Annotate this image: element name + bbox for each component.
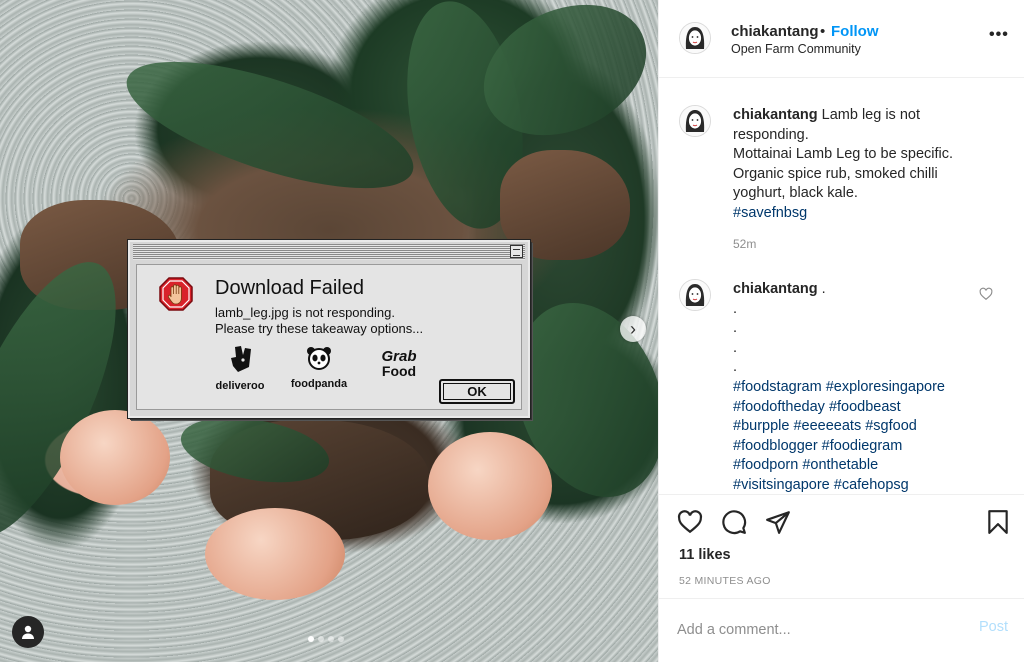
comment-dot: .: [733, 359, 738, 376]
follow-button[interactable]: Follow: [831, 23, 879, 40]
comment-suffix: .: [817, 281, 826, 297]
tagged-users-button[interactable]: [12, 616, 44, 648]
post-timestamp[interactable]: 52 MINUTES AGO: [679, 575, 771, 587]
carousel-dots: [308, 636, 344, 642]
username-link[interactable]: chiakantang: [731, 23, 819, 40]
separator-dot: •: [820, 23, 826, 40]
chilli-yoghurt-dollop: [205, 508, 345, 600]
comment-icon[interactable]: [721, 509, 747, 535]
comments-list[interactable]: chiakantang Lamb leg is not responding. …: [659, 79, 1024, 493]
foodpanda-label: foodpanda: [290, 378, 348, 390]
username-link[interactable]: chiakantang: [733, 281, 818, 297]
dialog-message: lamb_leg.jpg is not responding.: [215, 305, 395, 320]
deliveroo-option[interactable]: deliveroo: [215, 345, 265, 392]
chilli-yoghurt-dollop: [60, 410, 170, 505]
download-failed-dialog: Download Failed lamb_leg.jpg is not resp…: [127, 239, 531, 419]
foodpanda-option[interactable]: foodpanda: [287, 345, 351, 390]
hashtag-line[interactable]: #foodoftheday #foodbeast: [733, 399, 901, 415]
avatar-illustration-icon: [680, 23, 710, 53]
chilli-yoghurt-dollop: [428, 432, 552, 540]
likes-count[interactable]: 11 likes: [679, 547, 731, 563]
caption-timestamp[interactable]: 52m: [733, 237, 756, 251]
carousel-dot: [338, 636, 344, 642]
avatar[interactable]: [679, 22, 711, 54]
more-options-button[interactable]: •••: [989, 26, 1009, 44]
heart-icon[interactable]: [979, 287, 993, 301]
carousel-dot: [318, 636, 324, 642]
avatar-illustration-icon: [680, 106, 710, 136]
comment-dot: .: [733, 339, 738, 356]
avatar[interactable]: [679, 279, 711, 311]
carousel-dot: [308, 636, 314, 642]
hashtag-line[interactable]: #burpple #eeeeeats #sgfood: [733, 418, 917, 434]
hashtag-line[interactable]: #foodblogger #foodiegram: [733, 438, 902, 454]
carousel-dot: [328, 636, 334, 642]
post-sidebar: chiakantang • Follow Open Farm Community…: [658, 0, 1024, 662]
comment-dot: .: [733, 320, 738, 337]
caption-line: Mottainai Lamb Leg to be specific.: [733, 146, 954, 163]
post-photo[interactable]: › Download Failed lamb_leg.jpg is not re…: [0, 0, 658, 662]
grab-label: Grab: [381, 348, 417, 365]
caption-text: chiakantang Lamb leg is not responding. …: [733, 106, 983, 224]
comment-input[interactable]: [677, 615, 967, 645]
comment-text: chiakantang . . . . . #foodstagram #expl…: [733, 280, 983, 493]
hashtag-line[interactable]: #foodstagram #exploresingapore: [733, 379, 945, 395]
post-header: chiakantang • Follow Open Farm Community…: [659, 0, 1024, 78]
ok-button[interactable]: OK: [439, 379, 515, 404]
post-actions: 11 likes 52 MINUTES AGO: [659, 494, 1024, 598]
bookmark-icon[interactable]: [985, 509, 1011, 535]
carousel-next-button[interactable]: ›: [620, 316, 646, 342]
dialog-close-box[interactable]: [510, 245, 523, 258]
heart-icon[interactable]: [677, 509, 703, 535]
add-comment-section: Post: [659, 598, 1024, 662]
grabfood-option[interactable]: Grab Food: [377, 349, 421, 379]
avatar[interactable]: [679, 105, 711, 137]
paper-plane-icon[interactable]: [765, 509, 791, 535]
comment-dot: .: [733, 300, 738, 317]
caption-line: Organic spice rub, smoked chilli yoghurt…: [733, 165, 938, 202]
kale-leaf: [113, 35, 427, 215]
stop-hand-icon: [159, 277, 193, 311]
dialog-titlebar[interactable]: [133, 244, 525, 260]
avatar-illustration-icon: [680, 280, 710, 310]
hashtag-link[interactable]: #savefnbsg: [733, 205, 807, 221]
deliveroo-kangaroo-icon: [231, 346, 251, 372]
post-comment-button[interactable]: Post: [979, 619, 1008, 635]
deliveroo-label: deliveroo: [215, 380, 265, 392]
panda-icon: [307, 347, 331, 370]
dialog-title: Download Failed: [215, 277, 364, 299]
food-label: Food: [381, 363, 417, 379]
location-link[interactable]: Open Farm Community: [731, 42, 861, 56]
username-link[interactable]: chiakantang: [733, 107, 818, 123]
dialog-message: Please try these takeaway options...: [215, 321, 424, 336]
hashtag-line[interactable]: #foodporn #onthetable: [733, 457, 878, 473]
hashtag-line[interactable]: #visitsingapore #cafehopsg: [733, 477, 909, 493]
user-icon: [22, 625, 34, 639]
dialog-body: Download Failed lamb_leg.jpg is not resp…: [136, 264, 522, 410]
